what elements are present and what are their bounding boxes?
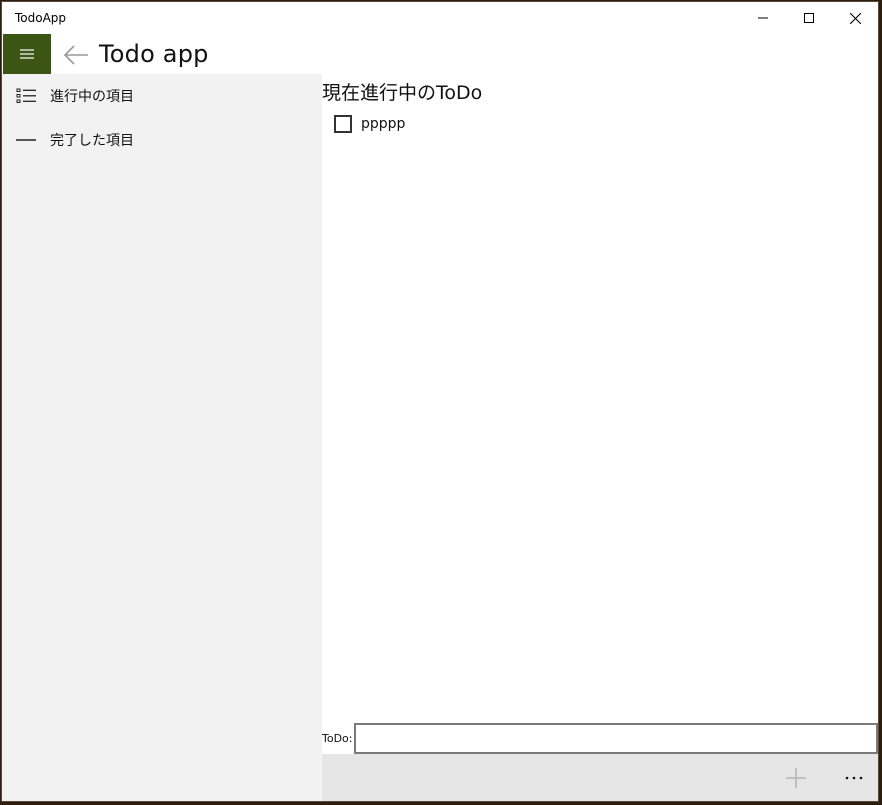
navigation-pane: 進行中の項目 完了した項目 (2, 74, 322, 801)
sidebar-item-in-progress[interactable]: 進行中の項目 (2, 74, 322, 118)
todo-input-label: ToDo: (322, 732, 353, 745)
hamburger-icon (20, 49, 34, 59)
title-bar: TodoApp (2, 2, 878, 34)
sidebar-item-label: 完了した項目 (50, 133, 134, 149)
close-button[interactable] (832, 2, 878, 34)
maximize-icon (804, 13, 814, 23)
app-window: TodoApp Todo app 進行中の項目 完了した項目 現在進行中のToD… (1, 1, 879, 802)
command-bar (322, 754, 878, 801)
todo-input[interactable] (354, 723, 878, 754)
minimize-button[interactable] (740, 2, 786, 34)
ellipsis-icon (845, 776, 863, 780)
page-title: Todo app (99, 40, 209, 68)
section-title: 現在進行中のToDo (322, 82, 483, 104)
todo-item[interactable]: ppppp (334, 112, 405, 136)
plus-icon (786, 768, 806, 788)
sidebar-item-completed[interactable]: 完了した項目 (2, 118, 322, 162)
hamburger-button[interactable] (3, 34, 51, 74)
todo-label: ppppp (361, 116, 406, 132)
minimize-icon (758, 17, 768, 19)
sidebar-item-label: 進行中の項目 (50, 89, 134, 105)
bulleted-list-icon (2, 74, 50, 118)
add-button[interactable] (774, 760, 818, 796)
maximize-button[interactable] (786, 2, 832, 34)
dash-icon (2, 118, 50, 162)
main-content: 現在進行中のToDo ppppp ToDo: (322, 74, 878, 801)
more-button[interactable] (832, 760, 876, 796)
todo-checkbox[interactable] (334, 115, 352, 133)
close-icon (849, 12, 861, 24)
back-arrow-icon (63, 45, 88, 65)
back-button[interactable] (58, 38, 94, 72)
window-title: TodoApp (15, 11, 67, 25)
